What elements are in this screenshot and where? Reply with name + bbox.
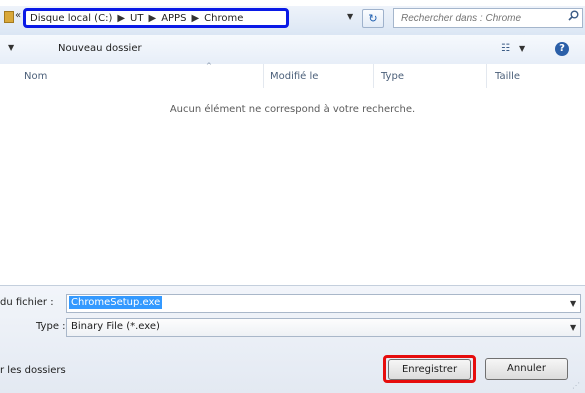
- address-dropdown-icon[interactable]: ▼: [347, 12, 353, 21]
- filename-dropdown-icon[interactable]: ▼: [570, 299, 576, 308]
- resize-grip-icon[interactable]: ⋰: [572, 381, 580, 390]
- refresh-button[interactable]: ↻: [362, 9, 384, 28]
- search-icon[interactable]: [568, 10, 579, 24]
- type-label: Type :: [36, 321, 66, 332]
- view-chevron-icon[interactable]: ▼: [519, 44, 525, 53]
- breadcrumb-item-apps[interactable]: APPS: [161, 13, 186, 24]
- breadcrumb-item-chrome[interactable]: Chrome: [204, 13, 243, 24]
- breadcrumb[interactable]: Disque local (C:) ▶ UT ▶ APPS ▶ Chrome: [23, 8, 289, 28]
- save-button[interactable]: Enregistrer: [388, 359, 471, 380]
- help-icon[interactable]: ?: [555, 42, 569, 56]
- new-folder-button[interactable]: Nouveau dossier: [58, 43, 142, 54]
- search-input[interactable]: [393, 8, 583, 28]
- type-select-value[interactable]: Binary File (*.exe): [71, 321, 160, 332]
- breadcrumb-item-disque-local[interactable]: Disque local (C:): [30, 13, 112, 24]
- column-name[interactable]: Nom: [24, 71, 47, 82]
- column-divider[interactable]: [486, 64, 487, 88]
- column-divider[interactable]: [373, 64, 374, 88]
- breadcrumb-separator-icon[interactable]: ▶: [148, 13, 156, 24]
- organize-chevron-icon[interactable]: ▼: [8, 43, 14, 52]
- column-modified[interactable]: Modifié le: [270, 71, 318, 82]
- column-size[interactable]: Taille: [495, 71, 520, 82]
- history-chevron-icon[interactable]: «: [15, 10, 21, 21]
- folder-icon: [4, 11, 14, 23]
- breadcrumb-item-ut[interactable]: UT: [130, 13, 143, 24]
- empty-list-message: Aucun élément ne correspond à votre rech…: [169, 104, 416, 115]
- hide-folders-link[interactable]: r les dossiers: [0, 365, 66, 376]
- type-dropdown-icon[interactable]: ▼: [570, 323, 576, 332]
- sort-arrow-icon: ^: [206, 62, 212, 70]
- filename-value[interactable]: ChromeSetup.exe: [69, 296, 163, 309]
- breadcrumb-separator-icon[interactable]: ▶: [117, 13, 125, 24]
- filename-label: du fichier :: [0, 297, 54, 308]
- column-divider[interactable]: [263, 64, 264, 88]
- cancel-button[interactable]: Annuler: [485, 358, 568, 380]
- breadcrumb-separator-icon[interactable]: ▶: [191, 13, 199, 24]
- column-type[interactable]: Type: [381, 71, 404, 82]
- view-options-icon[interactable]: ☷: [501, 43, 510, 54]
